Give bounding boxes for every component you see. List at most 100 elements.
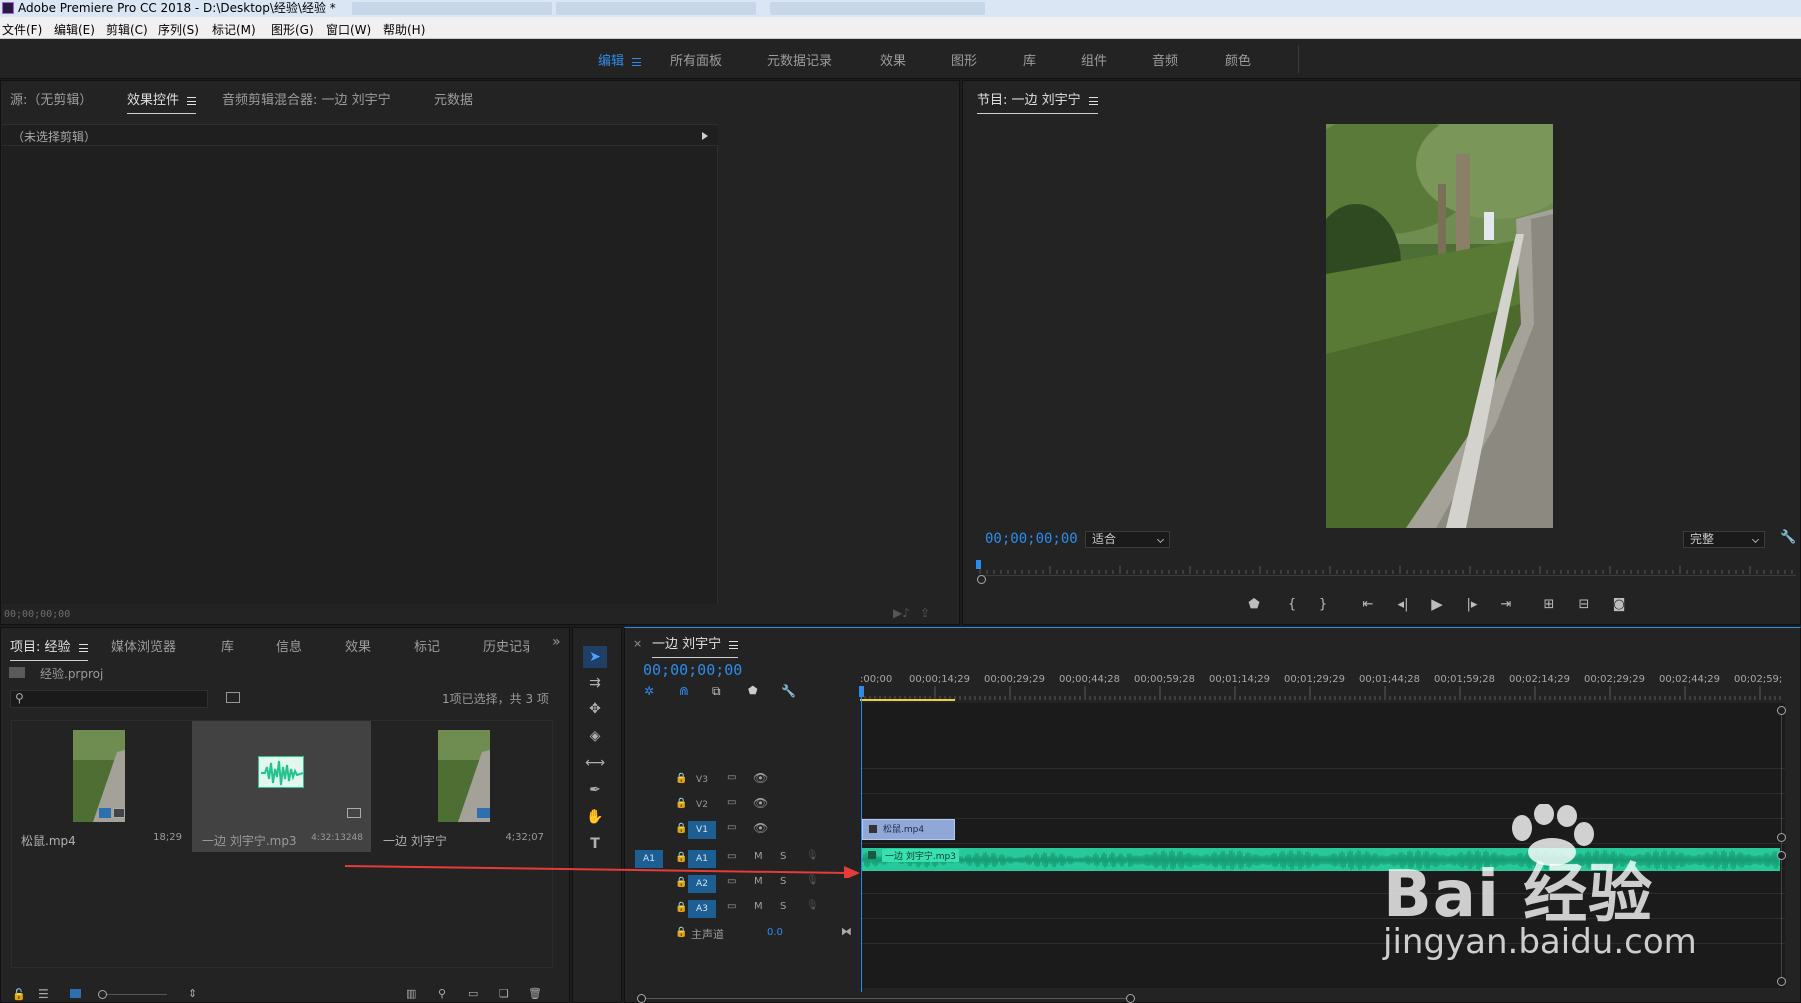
background-window-tab[interactable] xyxy=(770,2,985,15)
tab-effect-controls[interactable]: 效果控件 xyxy=(127,89,197,114)
wrench-icon[interactable]: 🔧 xyxy=(1780,530,1796,545)
lock-track-icon[interactable]: 🔒 xyxy=(675,773,687,784)
project-item-video[interactable]: 松鼠.mp4 18;29 xyxy=(11,720,190,852)
add-marker-icon[interactable]: ⬟ xyxy=(748,684,758,697)
nest-toggle-icon[interactable]: ✲ xyxy=(644,684,654,698)
icon-view-icon[interactable] xyxy=(70,989,81,998)
sync-lock-icon[interactable]: ▭ xyxy=(727,822,736,833)
timeline-timecode[interactable]: 00;00;00;00 xyxy=(643,661,742,679)
add-marker-icon[interactable]: ⬟ xyxy=(1245,598,1263,612)
track-target-v2[interactable]: V2 xyxy=(688,796,716,814)
play-icon[interactable]: ▶ xyxy=(1428,597,1446,612)
trash-icon[interactable]: 🗑 xyxy=(528,987,542,1000)
menu-marker[interactable]: 标记(M) xyxy=(212,21,256,38)
menu-clip[interactable]: 剪辑(C) xyxy=(106,21,148,38)
eye-icon[interactable]: 👁 xyxy=(753,771,768,785)
track-select-tool-icon[interactable]: ⇉ xyxy=(583,672,607,694)
zoom-slider-handle[interactable] xyxy=(98,990,107,999)
list-view-icon[interactable]: ☰ xyxy=(38,987,49,1001)
menu-file[interactable]: 文件(F) xyxy=(2,21,42,38)
new-item-icon[interactable]: ❏ xyxy=(499,987,509,1000)
go-to-edit-icon[interactable]: ⧓ xyxy=(841,925,852,938)
step-back-icon[interactable]: ◂| xyxy=(1394,598,1412,612)
project-menu-icon[interactable] xyxy=(78,643,88,652)
mark-out-icon[interactable]: } xyxy=(1314,598,1332,612)
track-target-v3[interactable]: V3 xyxy=(688,771,716,789)
tab-metadata[interactable]: 元数据 xyxy=(434,89,473,108)
pen-tool-icon[interactable]: ✒ xyxy=(583,779,607,801)
workspace-libraries[interactable]: 库 xyxy=(1023,50,1036,69)
tab-menu-icon[interactable] xyxy=(187,96,197,105)
extract-icon[interactable]: ⊟ xyxy=(1575,598,1593,612)
tab-info[interactable]: 信息 xyxy=(276,636,302,655)
tab-sequence[interactable]: 一边 刘宇宁 xyxy=(652,633,739,658)
track-target-v1[interactable]: V1 xyxy=(688,821,716,839)
zoom-scrollbar-track[interactable] xyxy=(978,575,1796,576)
close-sequence-icon[interactable]: × xyxy=(633,637,642,650)
timeline-settings-icon[interactable]: 🔧 xyxy=(781,684,796,698)
resolution-dropdown[interactable]: 完整 xyxy=(1683,531,1765,548)
project-item-sequence[interactable]: 一边 刘宇宁 4;32;07 xyxy=(373,720,552,852)
work-area-bar[interactable] xyxy=(860,699,955,701)
workspace-color[interactable]: 颜色 xyxy=(1225,50,1251,69)
horizontal-zoom-handle-right[interactable] xyxy=(1126,994,1135,1003)
lift-icon[interactable]: ⊞ xyxy=(1540,598,1558,612)
lock-icon[interactable]: 🔓 xyxy=(12,988,26,1001)
menu-help[interactable]: 帮助(H) xyxy=(383,21,425,38)
lock-track-icon[interactable]: 🔒 xyxy=(675,823,687,834)
program-timecode[interactable]: 00;00;00;00 xyxy=(985,531,1078,547)
workspace-all-panels[interactable]: 所有面板 xyxy=(670,50,722,69)
lock-track-icon[interactable]: 🔒 xyxy=(675,902,687,913)
tab-markers[interactable]: 标记 xyxy=(414,636,440,655)
slip-tool-icon[interactable]: ⟷ xyxy=(583,752,607,774)
selection-tool-icon[interactable]: ➤ xyxy=(583,646,607,668)
export-frame-icon[interactable]: ⇪ xyxy=(920,606,930,620)
workspace-audio[interactable]: 音频 xyxy=(1152,50,1178,69)
ripple-edit-tool-icon[interactable]: ✥ xyxy=(583,698,607,720)
horizontal-zoom-handle-left[interactable] xyxy=(637,994,646,1003)
horizontal-zoom-track[interactable] xyxy=(641,998,1131,999)
new-search-bin-icon[interactable] xyxy=(226,692,240,703)
tab-program[interactable]: 节目: 一边 刘宇宁 xyxy=(977,89,1098,114)
linked-selection-icon[interactable]: ⧉ xyxy=(712,684,721,699)
type-tool-icon[interactable]: T xyxy=(583,833,607,855)
tab-source[interactable]: 源:（无剪辑） xyxy=(10,89,92,108)
background-window-tab[interactable] xyxy=(556,2,756,15)
workspace-graphics[interactable]: 图形 xyxy=(951,50,977,69)
background-window-tab[interactable] xyxy=(352,2,552,15)
automate-to-sequence-icon[interactable]: ▥ xyxy=(406,987,416,1000)
eye-icon[interactable]: 👁 xyxy=(753,821,768,835)
menu-graphics[interactable]: 图形(G) xyxy=(271,21,314,38)
timeline-playhead-handle[interactable] xyxy=(859,686,864,697)
vertical-zoom-handle-mid[interactable] xyxy=(1777,833,1786,842)
workspace-effects[interactable]: 效果 xyxy=(880,50,906,69)
menu-window[interactable]: 窗口(W) xyxy=(326,21,371,38)
export-frame-camera-icon[interactable]: ◙ xyxy=(1610,598,1628,612)
track-target-a3[interactable]: A3 xyxy=(688,900,716,918)
vertical-zoom-handle-audio[interactable] xyxy=(1777,851,1786,860)
zoom-slider-track[interactable] xyxy=(107,994,167,995)
project-search-input[interactable]: ⚲ xyxy=(10,690,208,708)
solo-button[interactable]: S xyxy=(780,901,786,912)
video-clip[interactable]: 松鼠.mp4 xyxy=(862,819,955,840)
new-bin-icon[interactable]: ▭ xyxy=(468,987,478,1000)
workspace-assembly[interactable]: 组件 xyxy=(1081,50,1107,69)
sync-lock-icon[interactable]: ▭ xyxy=(727,772,736,783)
program-time-ruler[interactable] xyxy=(978,563,1796,574)
sort-icon[interactable]: ⇕ xyxy=(188,987,197,1000)
program-menu-icon[interactable] xyxy=(1088,96,1098,105)
workspace-edit[interactable]: 编辑 xyxy=(598,50,642,69)
tab-audio-clip-mixer[interactable]: 音频剪辑混合器: 一边 刘宇宁 xyxy=(222,89,391,108)
sync-lock-icon[interactable]: ▭ xyxy=(727,797,736,808)
lock-track-icon[interactable]: 🔒 xyxy=(675,927,687,938)
go-to-out-icon[interactable]: ⇥ xyxy=(1497,598,1515,612)
razor-tool-icon[interactable]: ◈ xyxy=(583,725,607,747)
sync-lock-icon[interactable]: ▭ xyxy=(727,901,736,912)
tab-project[interactable]: 项目: 经验 xyxy=(10,636,88,661)
project-item-audio-selected[interactable]: 一边 刘宇宁.mp3 4:32:13248 xyxy=(192,720,371,852)
vertical-zoom-handle-top[interactable] xyxy=(1777,706,1786,715)
workspace-metadata-logging[interactable]: 元数据记录 xyxy=(767,50,832,69)
tab-effects[interactable]: 效果 xyxy=(345,636,371,655)
vertical-zoom-track[interactable] xyxy=(1781,706,1782,980)
vertical-zoom-handle-bottom[interactable] xyxy=(1777,977,1786,986)
